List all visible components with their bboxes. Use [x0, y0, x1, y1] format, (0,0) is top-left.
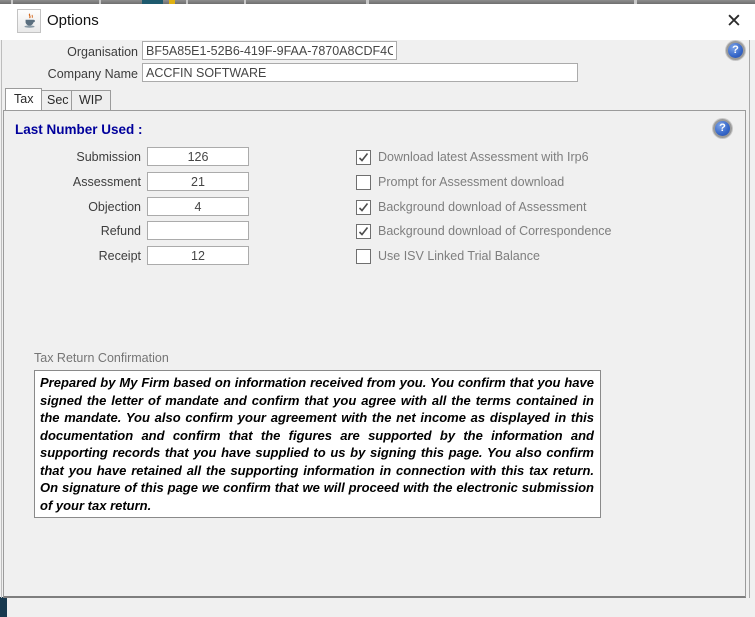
java-app-icon [17, 9, 41, 33]
checkbox-box[interactable] [356, 249, 371, 264]
refund-label: Refund [4, 224, 141, 238]
submission-field[interactable] [147, 147, 249, 166]
options-dialog: { "window": { "title": "Options" }, "ico… [0, 0, 755, 617]
objection-field[interactable] [147, 197, 249, 216]
checkbox-background-download-correspondence[interactable]: Background download of Correspondence [356, 222, 612, 240]
checkbox-box[interactable] [356, 150, 371, 165]
receipt-field[interactable] [147, 246, 249, 265]
window-right-border [749, 40, 750, 598]
objection-label: Objection [4, 200, 141, 214]
company-name-label: Company Name [0, 67, 138, 81]
help-icon[interactable]: ? [726, 41, 745, 60]
receipt-label: Receipt [4, 249, 141, 263]
assessment-label: Assessment [4, 175, 141, 189]
window-title: Options [47, 12, 99, 29]
check-icon [358, 152, 369, 163]
checkbox-prompt-for-assessment[interactable]: Prompt for Assessment download [356, 173, 564, 191]
help-icon[interactable]: ? [713, 119, 732, 138]
coffee-cup-icon [21, 13, 38, 30]
checkbox-label: Background download of Correspondence [378, 224, 612, 238]
background-window-corner [0, 597, 7, 617]
tab-tax[interactable]: Tax [5, 88, 42, 110]
assessment-field[interactable] [147, 172, 249, 191]
checkbox-box[interactable] [356, 200, 371, 215]
close-icon[interactable]: ✕ [720, 7, 748, 35]
checkbox-label: Use ISV Linked Trial Balance [378, 249, 540, 263]
tax-return-confirmation-label: Tax Return Confirmation [34, 351, 169, 365]
organisation-label: Organisation [0, 45, 138, 59]
submission-label: Submission [4, 150, 141, 164]
checkbox-box[interactable] [356, 175, 371, 190]
checkbox-use-isv-linked-trial-balance[interactable]: Use ISV Linked Trial Balance [356, 247, 540, 265]
checkbox-label: Background download of Assessment [378, 200, 586, 214]
checkbox-box[interactable] [356, 224, 371, 239]
window-left-border [1, 40, 2, 598]
checkbox-label: Download latest Assessment with Irp6 [378, 150, 589, 164]
check-icon [358, 202, 369, 213]
last-number-used-heading: Last Number Used : [15, 122, 143, 137]
title-bar: Options ✕ [0, 4, 755, 40]
organisation-field[interactable] [142, 41, 397, 60]
checkbox-download-latest-assessment[interactable]: Download latest Assessment with Irp6 [356, 148, 589, 166]
checkbox-background-download-assessment[interactable]: Background download of Assessment [356, 198, 586, 216]
tab-wip[interactable]: WIP [71, 90, 111, 110]
refund-field[interactable] [147, 221, 249, 240]
tax-return-confirmation-text[interactable]: Prepared by My Firm based on information… [34, 370, 601, 518]
tax-tab-panel: Last Number Used : ? Submission Assessme… [3, 110, 746, 598]
checkbox-label: Prompt for Assessment download [378, 175, 564, 189]
check-icon [358, 226, 369, 237]
company-name-field[interactable] [142, 63, 578, 82]
